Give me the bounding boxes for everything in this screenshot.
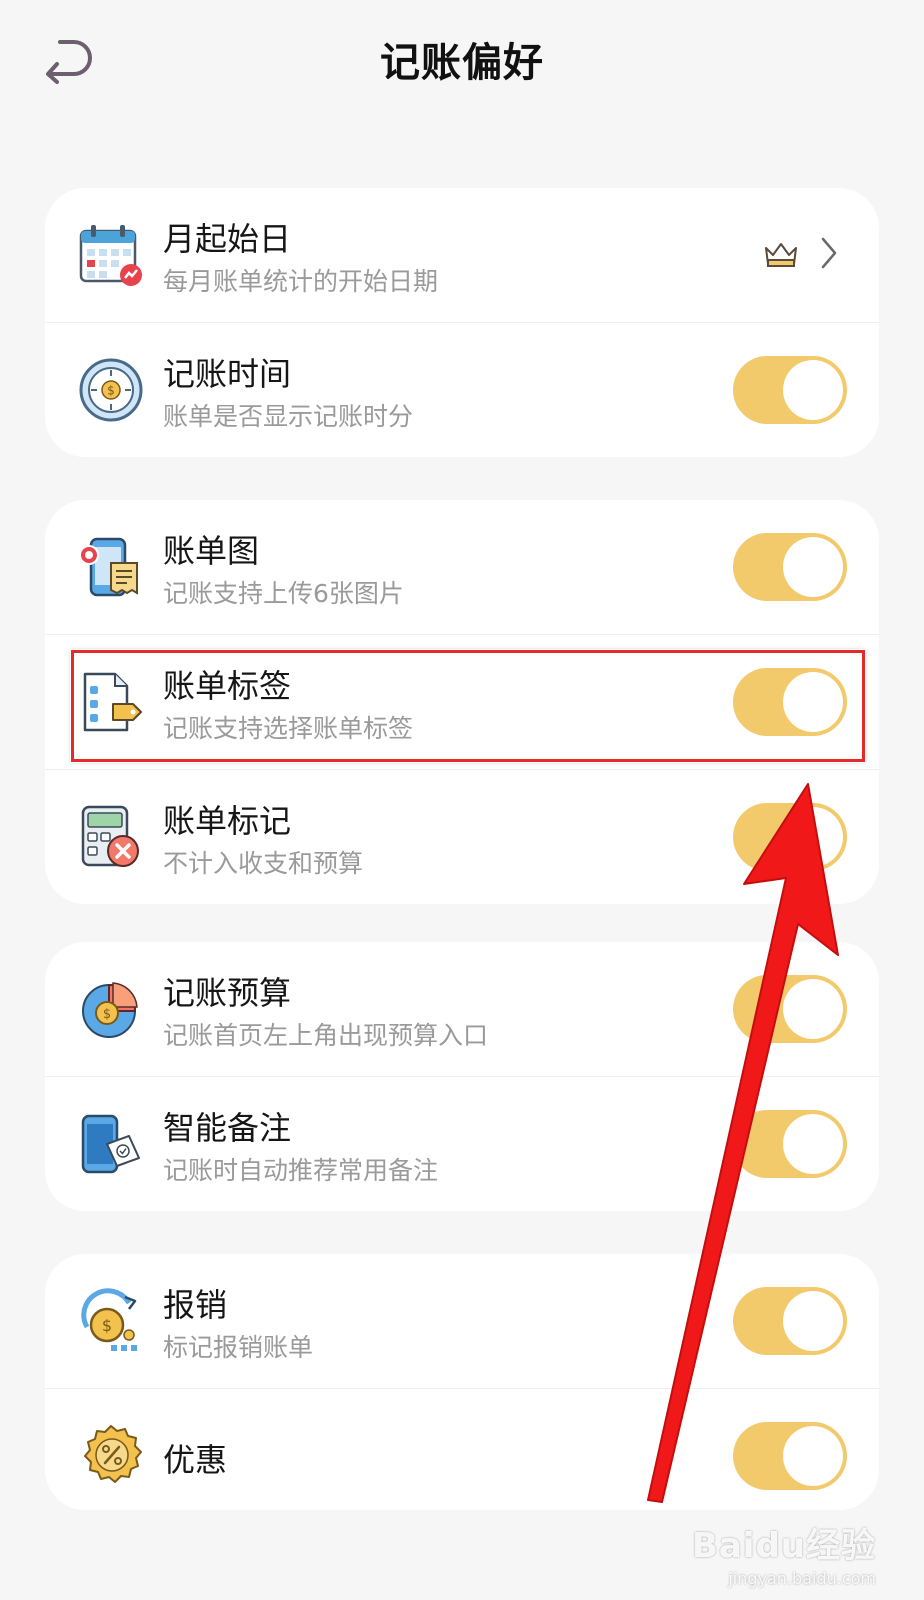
reimburse-toggle[interactable] <box>733 1287 847 1355</box>
setting-title: 优惠 <box>163 1441 228 1479</box>
tag-icon <box>83 672 142 732</box>
premium-chevron[interactable] <box>763 232 843 278</box>
discount-toggle[interactable] <box>733 1422 847 1490</box>
settings-group-1: 月起始日 每月账单统计的开始日期 $ 记账时间 账单是否显示记账时分 <box>45 188 879 457</box>
setting-row-bill-mark: 账单标记 不计入收支和预算 <box>45 769 879 904</box>
watermark-logo: Baidu经验 <box>691 1526 876 1566</box>
setting-row-bill-tag: 账单标签 记账支持选择账单标签 <box>45 634 879 769</box>
bill-image-icon <box>79 537 138 597</box>
toggle-knob <box>783 1114 843 1174</box>
setting-subtitle: 记账支持选择账单标签 <box>163 714 414 743</box>
setting-title: 报销 <box>163 1286 228 1324</box>
settings-group-4: $ 报销 标记报销账单 优惠 <box>45 1254 879 1510</box>
setting-subtitle: 记账首页左上角出现预算入口 <box>163 1021 489 1050</box>
bill-image-toggle[interactable] <box>733 533 847 601</box>
setting-subtitle: 记账时自动推荐常用备注 <box>163 1156 439 1185</box>
setting-row-smart-note: 智能备注 记账时自动推荐常用备注 <box>45 1076 879 1211</box>
svg-text:$: $ <box>107 384 115 398</box>
bill-mark-toggle[interactable] <box>733 803 847 871</box>
setting-title: 记账时间 <box>163 355 292 393</box>
setting-title: 智能备注 <box>163 1109 292 1147</box>
setting-row-record-time: $ 记账时间 账单是否显示记账时分 <box>45 322 879 457</box>
toggle-knob <box>783 979 843 1039</box>
calendar-icon <box>79 225 142 286</box>
toggle-knob <box>783 807 843 867</box>
setting-row-month-start[interactable]: 月起始日 每月账单统计的开始日期 <box>45 188 879 322</box>
watermark: Baidu经验 jingyan.baidu.com <box>692 1518 876 1588</box>
setting-subtitle: 标记报销账单 <box>163 1333 314 1362</box>
setting-subtitle: 记账支持上传6张图片 <box>163 579 404 608</box>
setting-row-budget: $ 记账预算 记账首页左上角出现预算入口 <box>45 942 879 1076</box>
setting-row-bill-image: 账单图 记账支持上传6张图片 <box>45 500 879 634</box>
reimburse-icon: $ <box>81 1288 137 1351</box>
setting-subtitle: 每月账单统计的开始日期 <box>163 267 439 296</box>
setting-title: 账单图 <box>163 532 260 570</box>
budget-pie-icon: $ <box>82 982 138 1038</box>
watermark-url: jingyan.baidu.com <box>728 1569 876 1588</box>
setting-subtitle: 账单是否显示记账时分 <box>163 402 414 431</box>
setting-title: 账单标记 <box>163 802 292 840</box>
setting-row-discount: 优惠 <box>45 1388 879 1510</box>
setting-row-reimburse: $ 报销 标记报销账单 <box>45 1254 879 1388</box>
smart-note-icon <box>81 1114 140 1174</box>
toggle-knob <box>783 360 843 420</box>
settings-group-3: $ 记账预算 记账首页左上角出现预算入口 智能备注 记账时自动推荐常用备注 <box>45 942 879 1211</box>
chevron-right-icon <box>821 237 837 269</box>
setting-title: 记账预算 <box>163 974 292 1012</box>
smart-note-toggle[interactable] <box>733 1110 847 1178</box>
bill-tag-toggle[interactable] <box>733 668 847 736</box>
svg-text:$: $ <box>103 1007 111 1022</box>
setting-title: 月起始日 <box>163 220 292 258</box>
toggle-knob <box>783 672 843 732</box>
settings-group-2: 账单图 记账支持上传6张图片 账单标签 记账支持选择账单标签 账单标记 不计入收 <box>45 500 879 904</box>
page-title: 记账偏好 <box>380 40 544 86</box>
toggle-knob <box>783 1426 843 1486</box>
setting-subtitle: 不计入收支和预算 <box>163 849 364 878</box>
discount-icon <box>84 1425 142 1483</box>
toggle-knob <box>783 537 843 597</box>
svg-text:$: $ <box>102 1316 112 1335</box>
record-time-toggle[interactable] <box>733 356 847 424</box>
clock-icon: $ <box>79 358 143 422</box>
header: 记账偏好 <box>0 0 924 120</box>
budget-toggle[interactable] <box>733 975 847 1043</box>
calculator-icon <box>81 805 139 867</box>
setting-title: 账单标签 <box>163 667 292 705</box>
crown-icon <box>765 243 797 267</box>
toggle-knob <box>783 1291 843 1351</box>
